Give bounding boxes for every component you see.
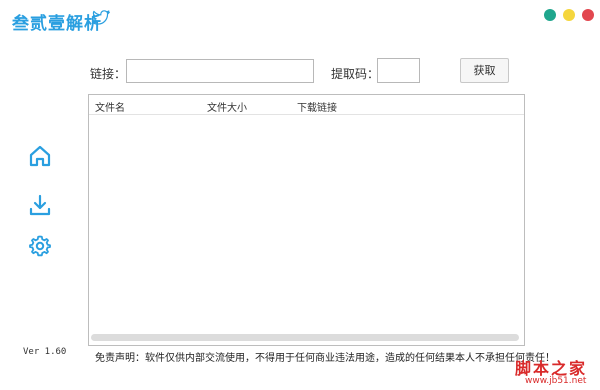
table-header-divider bbox=[89, 114, 524, 115]
window-close-button[interactable] bbox=[582, 9, 594, 21]
link-input[interactable] bbox=[126, 59, 314, 83]
link-label: 链接： bbox=[90, 67, 127, 81]
bird-icon[interactable] bbox=[92, 10, 110, 26]
window-green-button[interactable] bbox=[544, 9, 556, 21]
app-title: 叁贰壹解析 bbox=[12, 14, 102, 34]
column-header-filesize[interactable]: 文件大小 bbox=[207, 99, 247, 114]
fetch-button[interactable]: 获取 bbox=[460, 58, 509, 83]
column-header-download-link[interactable]: 下载链接 bbox=[297, 99, 337, 114]
watermark-url: www.jb51.net bbox=[525, 376, 587, 386]
disclaimer-text: 免责声明：软件仅供内部交流使用，不得用于任何商业违法用途，造成的任何结果本人不承… bbox=[95, 353, 555, 364]
extract-code-label: 提取码： bbox=[331, 67, 380, 81]
version-label: Ver 1.60 bbox=[23, 347, 67, 357]
column-header-filename[interactable]: 文件名 bbox=[95, 99, 125, 114]
extract-code-input[interactable] bbox=[377, 58, 420, 83]
window-minimize-button[interactable] bbox=[563, 9, 575, 21]
download-icon[interactable] bbox=[28, 193, 52, 217]
file-table[interactable]: 文件名 文件大小 下载链接 bbox=[88, 94, 525, 346]
home-icon[interactable] bbox=[28, 144, 52, 168]
gear-icon[interactable] bbox=[28, 234, 52, 258]
horizontal-scrollbar[interactable] bbox=[91, 334, 519, 341]
